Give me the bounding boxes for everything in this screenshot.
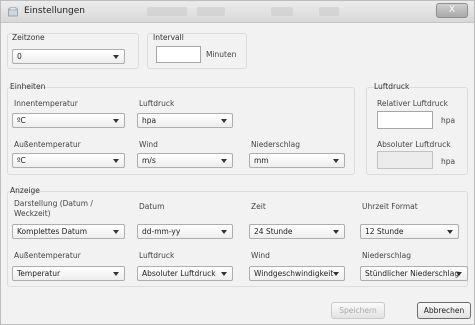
chevron-down-icon xyxy=(221,119,227,123)
chevron-down-icon xyxy=(333,272,339,276)
absolut-luftdruck-input[interactable] xyxy=(377,151,433,169)
title-bar-decoration xyxy=(197,7,225,16)
luftdruck-display-select[interactable]: Absoluter Luftdruck xyxy=(137,266,233,281)
chevron-down-icon xyxy=(113,159,119,163)
title-bar-decoration xyxy=(319,7,339,16)
aussentemp-unit-label: Außentemperatur xyxy=(14,140,81,149)
einheiten-label: Einheiten xyxy=(10,82,46,91)
zeit-label: Zeit xyxy=(251,202,266,211)
close-icon: X xyxy=(448,5,456,15)
wind-display-select[interactable]: Windgeschwindigkeit xyxy=(249,266,345,281)
app-icon xyxy=(8,7,18,17)
wind-unit-label: Wind xyxy=(139,140,158,149)
chevron-down-icon xyxy=(456,272,462,276)
absolut-luftdruck-unit: hpa xyxy=(441,157,456,166)
datum-label: Datum xyxy=(139,202,165,211)
luftdruck-group-label: Luftdruck xyxy=(374,82,410,91)
darstellung-label: Darstellung (Datum / Weckzeit) xyxy=(14,199,93,218)
chevron-down-icon xyxy=(333,159,339,163)
wind-display-label: Wind xyxy=(251,251,270,260)
aussentemp-unit-select[interactable]: ºC xyxy=(12,153,125,168)
darstellung-select[interactable]: Komplettes Datum xyxy=(12,224,125,239)
chevron-down-icon xyxy=(333,230,339,234)
chevron-down-icon xyxy=(447,230,453,234)
chevron-down-icon xyxy=(221,230,227,234)
datum-select[interactable]: dd-mm-yy xyxy=(137,224,233,239)
luftdruck-unit-label: Luftdruck xyxy=(139,99,175,108)
innentemp-select[interactable]: ºC xyxy=(12,113,125,128)
innentemp-label: Innentemperatur xyxy=(14,99,78,108)
intervall-unit: Minuten xyxy=(206,50,237,59)
niederschlag-display-label: Niederschlag xyxy=(362,251,411,260)
chevron-down-icon xyxy=(113,230,119,234)
zeitzone-value: 0 xyxy=(17,52,22,61)
zeitzone-select[interactable]: 0 xyxy=(12,49,125,64)
aussentemp-display-select[interactable]: Temperatur xyxy=(12,266,125,281)
intervall-label: Intervall xyxy=(153,33,184,42)
absolut-luftdruck-label: Absoluter Luftdruck xyxy=(377,140,451,149)
luftdruck-unit-select[interactable]: hpa xyxy=(137,113,233,128)
close-button[interactable]: X xyxy=(436,3,468,18)
wind-unit-select[interactable]: m/s xyxy=(137,153,233,168)
cancel-button[interactable]: Abbrechen xyxy=(417,302,471,319)
title-bar[interactable]: Einstellungen X xyxy=(1,1,474,23)
aussentemp-display-label: Außentemperatur xyxy=(14,251,81,260)
chevron-down-icon xyxy=(221,272,227,276)
niederschlag-unit-label: Niederschlag xyxy=(251,140,300,149)
window-title: Einstellungen xyxy=(24,6,86,16)
anzeige-label: Anzeige xyxy=(10,186,40,195)
settings-window: Einstellungen X Zeitzone 0 Intervall Min… xyxy=(0,0,475,325)
chevron-down-icon xyxy=(113,119,119,123)
uhrzeit-format-label: Uhrzeit Format xyxy=(362,202,418,211)
niederschlag-display-select[interactable]: Stündlicher Niederschlag xyxy=(360,266,468,281)
title-bar-decoration xyxy=(147,7,187,16)
niederschlag-unit-select[interactable]: mm xyxy=(249,153,345,168)
chevron-down-icon xyxy=(221,159,227,163)
zeit-select[interactable]: 24 Stunde xyxy=(249,224,345,239)
uhrzeit-format-select[interactable]: 12 Stunde xyxy=(360,224,459,239)
intervall-input[interactable] xyxy=(156,46,201,63)
zeitzone-label: Zeitzone xyxy=(12,33,45,42)
relativ-luftdruck-input[interactable] xyxy=(377,111,433,129)
title-bar-decoration xyxy=(271,7,293,16)
relativ-luftdruck-label: Relativer Luftdruck xyxy=(377,99,449,108)
relativ-luftdruck-unit: hpa xyxy=(441,116,456,125)
save-button[interactable]: Speichern xyxy=(331,302,385,319)
luftdruck-display-label: Luftdruck xyxy=(139,251,175,260)
chevron-down-icon xyxy=(113,55,119,59)
chevron-down-icon xyxy=(113,272,119,276)
